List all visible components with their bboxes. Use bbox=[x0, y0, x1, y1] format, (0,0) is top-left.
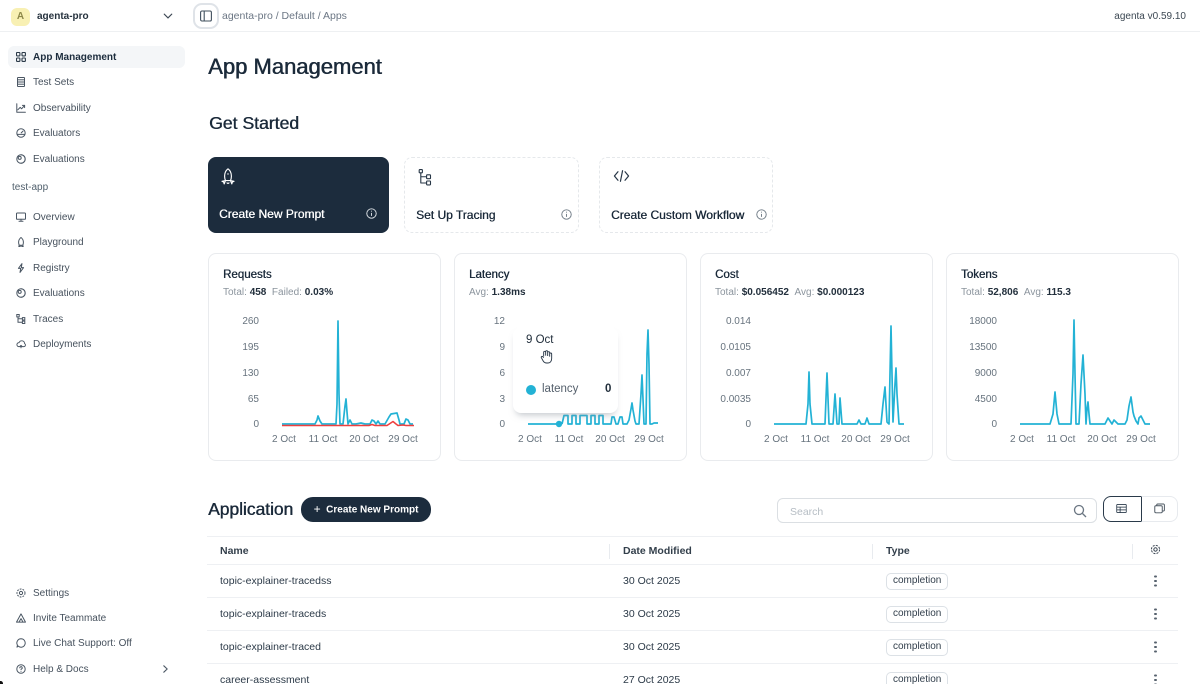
svg-text:9: 9 bbox=[499, 342, 505, 353]
svg-text:0: 0 bbox=[745, 419, 751, 430]
svg-text:2 Oct: 2 Oct bbox=[518, 434, 542, 445]
svg-text:3: 3 bbox=[499, 394, 505, 405]
svg-text:18000: 18000 bbox=[969, 316, 997, 327]
svg-text:29 Oct: 29 Oct bbox=[388, 434, 418, 445]
svg-text:0.0105: 0.0105 bbox=[720, 342, 751, 353]
svg-text:65: 65 bbox=[248, 394, 260, 405]
svg-text:20 Oct: 20 Oct bbox=[841, 434, 871, 445]
svg-text:260: 260 bbox=[242, 316, 259, 327]
svg-text:11 Oct: 11 Oct bbox=[1047, 434, 1076, 445]
svg-text:0.007: 0.007 bbox=[726, 368, 751, 379]
svg-text:0.0035: 0.0035 bbox=[720, 394, 751, 405]
svg-text:195: 195 bbox=[242, 342, 259, 353]
svg-text:20 Oct: 20 Oct bbox=[595, 434, 625, 445]
svg-text:20 Oct: 20 Oct bbox=[1087, 434, 1117, 445]
svg-text:2 Oct: 2 Oct bbox=[272, 434, 296, 445]
svg-text:29 Oct: 29 Oct bbox=[880, 434, 910, 445]
svg-text:0: 0 bbox=[991, 419, 997, 430]
svg-text:2 Oct: 2 Oct bbox=[1010, 434, 1034, 445]
svg-text:11 Oct: 11 Oct bbox=[309, 434, 338, 445]
svg-text:0: 0 bbox=[253, 419, 259, 430]
svg-text:13500: 13500 bbox=[969, 342, 997, 353]
svg-text:0: 0 bbox=[499, 419, 505, 430]
svg-text:11 Oct: 11 Oct bbox=[801, 434, 830, 445]
svg-text:11 Oct: 11 Oct bbox=[555, 434, 584, 445]
svg-text:20 Oct: 20 Oct bbox=[349, 434, 379, 445]
svg-text:6: 6 bbox=[499, 368, 505, 379]
svg-text:12: 12 bbox=[494, 316, 506, 327]
svg-text:4500: 4500 bbox=[975, 394, 998, 405]
svg-text:9000: 9000 bbox=[975, 368, 998, 379]
svg-text:2 Oct: 2 Oct bbox=[764, 434, 788, 445]
svg-text:130: 130 bbox=[242, 368, 259, 379]
svg-text:0.014: 0.014 bbox=[726, 316, 751, 327]
svg-text:29 Oct: 29 Oct bbox=[634, 434, 664, 445]
svg-text:29 Oct: 29 Oct bbox=[1126, 434, 1156, 445]
